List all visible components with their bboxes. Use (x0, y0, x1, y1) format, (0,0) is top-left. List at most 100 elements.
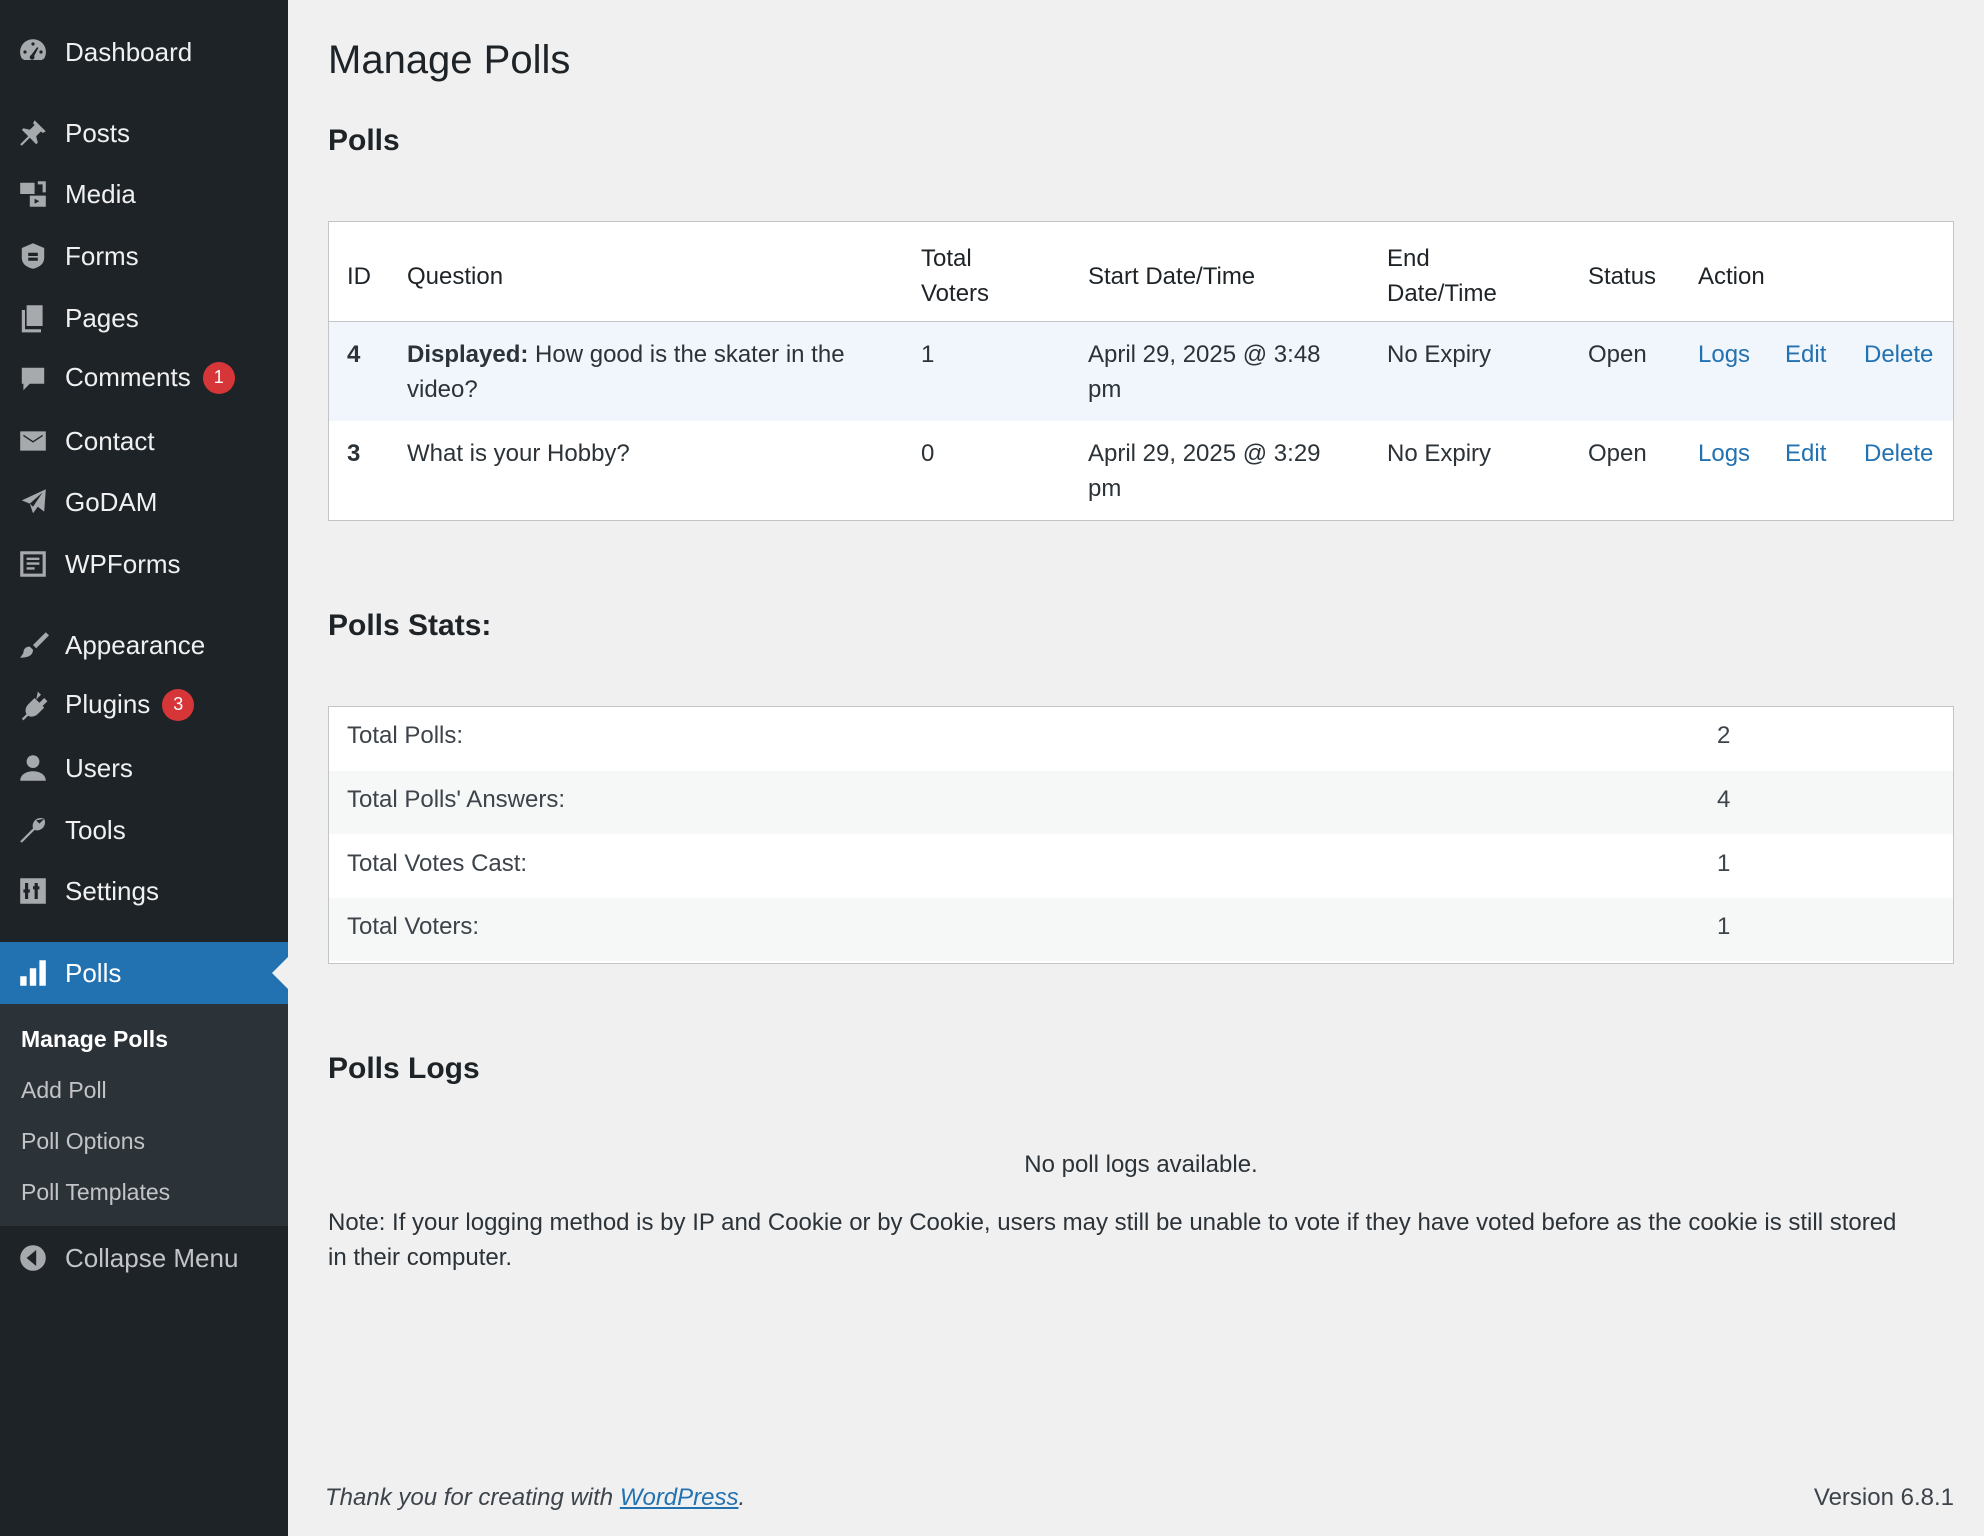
comments-count-badge: 1 (202, 361, 235, 394)
sidebar-item-settings[interactable]: Settings (0, 860, 288, 922)
sidebar-item-label: Polls (65, 957, 122, 988)
bar-chart-icon (16, 956, 50, 990)
stats-table: Total Polls: 2 Total Polls' Answers: 4 T… (328, 706, 1954, 964)
stat-value: 4 (1717, 786, 1731, 813)
footer-version: Version 6.8.1 (1813, 1484, 1954, 1511)
forms-icon (16, 239, 50, 273)
stat-label: Total Polls: (347, 722, 464, 749)
sidebar-item-label: Users (65, 752, 133, 783)
stat-value: 2 (1717, 722, 1731, 749)
col-header-end: End Date/Time (1387, 245, 1497, 307)
envelope-icon (16, 424, 50, 458)
paintbrush-icon (16, 628, 50, 662)
collapse-arrow-icon (16, 1241, 50, 1275)
sidebar-item-wpforms[interactable]: WPForms (0, 533, 288, 595)
plugins-update-badge: 3 (162, 688, 195, 721)
wpforms-icon (16, 547, 50, 581)
poll-start-date: April 29, 2025 @ 3:48 pm (1088, 341, 1321, 403)
sidebar-item-label: GoDAM (65, 486, 158, 517)
sidebar-item-label: Forms (65, 240, 139, 271)
page-title: Manage Polls (328, 38, 571, 82)
col-header-total-voters: Total Voters (921, 245, 990, 307)
poll-total-voters: 1 (921, 341, 935, 368)
stat-row: Total Voters: 1 (329, 898, 1953, 961)
polls-submenu: Manage Polls Add Poll Poll Options Poll … (0, 1004, 288, 1226)
stat-row: Total Polls: 2 (329, 707, 1953, 770)
sidebar-item-label: Media (65, 178, 136, 209)
poll-id: 4 (347, 341, 361, 368)
col-header-id: ID (347, 263, 371, 290)
sidebar-item-label: Tools (65, 814, 126, 845)
sidebar-item-label: WPForms (65, 548, 181, 579)
logs-heading: Polls Logs (328, 1052, 480, 1085)
poll-id: 3 (347, 440, 361, 467)
sidebar-item-label: Settings (65, 875, 159, 906)
comment-icon (16, 362, 50, 396)
collapse-menu-label: Collapse Menu (65, 1242, 239, 1273)
sidebar-item-tools[interactable]: Tools (0, 799, 288, 861)
col-header-question: Question (407, 263, 504, 290)
stat-row: Total Votes Cast: 1 (329, 835, 1953, 898)
sliders-icon (16, 874, 50, 908)
sidebar-item-label: Plugins 3 (65, 688, 195, 722)
sidebar-item-dashboard[interactable]: Dashboard (0, 21, 288, 83)
poll-total-voters: 0 (921, 440, 935, 467)
sidebar-item-pages[interactable]: Pages (0, 287, 288, 349)
poll-question: What is your Hobby? (407, 440, 630, 467)
polls-table: ID Question Total Voters Start Date/Time … (328, 221, 1954, 521)
sidebar-item-appearance[interactable]: Appearance (0, 614, 288, 676)
footer-thanks: Thank you for creating with WordPress. (325, 1484, 746, 1511)
submenu-poll-templates[interactable]: Poll Templates (21, 1179, 170, 1206)
stat-value: 1 (1717, 913, 1731, 940)
poll-delete-link[interactable]: Delete (1864, 436, 1933, 471)
sidebar-item-media[interactable]: Media (0, 163, 288, 225)
sidebar-item-label: Pages (65, 302, 139, 333)
submenu-manage-polls[interactable]: Manage Polls (21, 1026, 168, 1053)
poll-end-date: No Expiry (1387, 341, 1492, 368)
stat-label: Total Votes Cast: (347, 850, 528, 877)
sidebar-item-users[interactable]: Users (0, 737, 288, 799)
sidebar-item-label: Posts (65, 117, 131, 148)
sidebar-item-polls[interactable]: Polls (0, 942, 288, 1004)
stat-label: Total Polls' Answers: (347, 786, 566, 813)
poll-edit-link[interactable]: Edit (1785, 436, 1826, 471)
dashboard-icon (16, 35, 50, 69)
sidebar-item-comments[interactable]: Comments 1 (0, 348, 288, 410)
sidebar-item-label: Comments 1 (65, 361, 235, 395)
poll-logs-link[interactable]: Logs (1698, 337, 1750, 372)
logging-note: Note: If your logging method is by IP an… (328, 1209, 1897, 1271)
submenu-add-poll[interactable]: Add Poll (21, 1077, 107, 1104)
no-logs-message: No poll logs available. (1024, 1151, 1258, 1178)
admin-sidebar: Dashboard Posts Media Forms Pages Commen… (0, 0, 288, 1536)
plug-icon (16, 689, 50, 723)
poll-logs-link[interactable]: Logs (1698, 436, 1750, 471)
wrench-icon (16, 813, 50, 847)
poll-start-date: April 29, 2025 @ 3:29 pm (1088, 440, 1321, 502)
sidebar-item-forms[interactable]: Forms (0, 225, 288, 287)
stats-heading: Polls Stats: (328, 609, 492, 642)
poll-status: Open (1588, 440, 1647, 467)
sidebar-item-label: Contact (65, 425, 155, 456)
col-header-start: Start Date/Time (1088, 263, 1256, 290)
sidebar-item-plugins[interactable]: Plugins 3 (0, 675, 288, 737)
poll-question: Displayed: How good is the skater in the… (407, 341, 845, 403)
polls-heading: Polls (328, 124, 400, 157)
user-icon (16, 751, 50, 785)
pages-icon (16, 301, 50, 335)
sidebar-item-godam[interactable]: GoDAM (0, 471, 288, 533)
stat-label: Total Voters: (347, 913, 480, 940)
pushpin-icon (16, 116, 50, 150)
wordpress-link[interactable]: WordPress (620, 1484, 739, 1511)
poll-delete-link[interactable]: Delete (1864, 337, 1933, 372)
collapse-menu-button[interactable]: Collapse Menu (0, 1227, 288, 1289)
media-icon (16, 177, 50, 211)
stat-value: 1 (1717, 850, 1731, 877)
submenu-poll-options[interactable]: Poll Options (21, 1128, 145, 1155)
col-header-action: Action (1698, 263, 1765, 290)
godam-icon (16, 485, 50, 519)
poll-edit-link[interactable]: Edit (1785, 337, 1826, 372)
sidebar-item-posts[interactable]: Posts (0, 102, 288, 164)
poll-status: Open (1588, 341, 1647, 368)
sidebar-item-contact[interactable]: Contact (0, 410, 288, 472)
sidebar-item-label: Dashboard (65, 36, 193, 67)
